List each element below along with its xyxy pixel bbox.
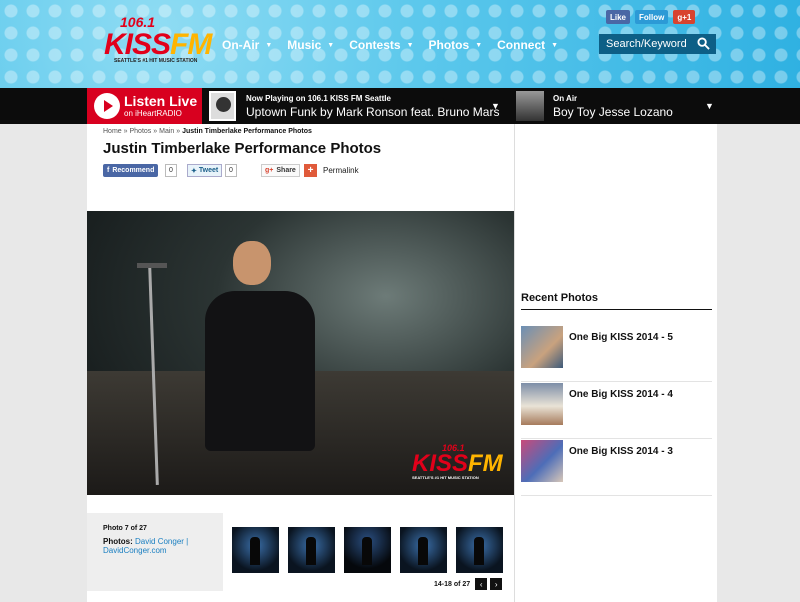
chevron-down-icon: ▼ bbox=[551, 41, 559, 49]
page-title: Justin Timberlake Performance Photos bbox=[103, 140, 382, 157]
nav-item-on-air[interactable]: On-Air ▼ bbox=[222, 38, 272, 52]
chevron-down-icon: ▼ bbox=[406, 41, 414, 49]
disc-icon bbox=[216, 97, 231, 112]
share-bar: f Recommend 0 ✦ Tweet 0 g+ Share + Permalin… bbox=[103, 164, 483, 178]
google-plus-icon: g+ bbox=[265, 167, 274, 174]
main-content: Home » Photos » Main » Justin Timberlake… bbox=[87, 124, 514, 602]
nav-item-connect[interactable]: Connect ▼ bbox=[497, 38, 558, 52]
now-playing-track: Uptown Funk by Mark Ronson feat. Bruno M… bbox=[246, 105, 500, 119]
google-share-button[interactable]: g+ Share bbox=[261, 164, 300, 177]
twitter-icon: ✦ bbox=[191, 167, 197, 175]
twitter-follow-button[interactable]: Follow bbox=[635, 10, 669, 24]
chevron-left-icon[interactable]: ‹ bbox=[475, 578, 488, 590]
chevron-right-icon[interactable]: › bbox=[490, 578, 503, 590]
search-box[interactable]: Search/Keyword bbox=[599, 34, 716, 54]
chevron-down-icon: ▼ bbox=[265, 41, 273, 49]
recent-photo-item[interactable]: One Big KISS 2014 - 4 bbox=[521, 383, 712, 439]
logo-brand: KISSFM bbox=[104, 28, 212, 61]
album-art bbox=[209, 91, 236, 121]
credit-link[interactable]: David Conger | bbox=[135, 537, 188, 546]
google-plus-button[interactable]: g+1 bbox=[673, 10, 696, 24]
on-air-host-photo bbox=[516, 91, 544, 121]
thumbnail[interactable] bbox=[232, 527, 279, 573]
now-playing-label: Now Playing on 106.1 KISS FM Seattle bbox=[246, 94, 391, 103]
social-buttons: Like Follow g+1 bbox=[606, 10, 696, 24]
on-air-label: On Air bbox=[553, 94, 578, 103]
facebook-like-button[interactable]: Like bbox=[606, 10, 631, 24]
recent-photo-label[interactable]: One Big KISS 2014 - 4 bbox=[569, 389, 673, 400]
credit-site-link[interactable]: DavidConger.com bbox=[103, 546, 167, 555]
now-playing-dropdown-icon[interactable]: ▼ bbox=[491, 101, 500, 111]
breadcrumb-main[interactable]: Main bbox=[159, 128, 174, 135]
on-air-dropdown-icon[interactable]: ▼ bbox=[705, 101, 714, 111]
recent-photo-label[interactable]: One Big KISS 2014 - 3 bbox=[569, 446, 673, 457]
search-icon[interactable] bbox=[697, 37, 710, 50]
site-logo[interactable]: 106.1 KISSFM SEATTLE'S #1 HIT MUSIC STAT… bbox=[104, 14, 212, 64]
recent-photo-item[interactable]: One Big KISS 2014 - 5 bbox=[521, 326, 712, 382]
tweet-count: 0 bbox=[225, 164, 237, 177]
plus-icon[interactable]: + bbox=[304, 164, 317, 177]
thumbnail[interactable] bbox=[400, 527, 447, 573]
facebook-icon: f bbox=[107, 167, 110, 174]
recent-photo-thumbnail[interactable] bbox=[521, 326, 563, 368]
permalink-link[interactable]: Permalink bbox=[323, 164, 359, 177]
listen-live-button[interactable]: Listen Live on iHeartRADIO bbox=[87, 88, 202, 124]
microphone bbox=[137, 263, 167, 268]
recent-photos-title: Recent Photos bbox=[521, 292, 599, 304]
nav-item-music[interactable]: Music ▼ bbox=[287, 38, 334, 52]
facebook-recommend-button[interactable]: f Recommend bbox=[103, 164, 159, 177]
main-nav: On-Air ▼ Music ▼ Contests ▼ Photos ▼ Connect… bbox=[222, 38, 573, 52]
breadcrumb-current: Justin Timberlake Performance Photos bbox=[182, 128, 312, 135]
chevron-down-icon: ▼ bbox=[475, 41, 483, 49]
recent-photo-label[interactable]: One Big KISS 2014 - 5 bbox=[569, 332, 673, 343]
play-icon bbox=[94, 93, 120, 119]
nav-item-contests[interactable]: Contests ▼ bbox=[349, 38, 413, 52]
on-air[interactable]: On Air Boy Toy Jesse Lozano bbox=[553, 94, 673, 119]
thumbnail[interactable] bbox=[288, 527, 335, 573]
logo-tagline: SEATTLE'S #1 HIT MUSIC STATION bbox=[114, 58, 198, 64]
breadcrumb: Home » Photos » Main » Justin Timberlake… bbox=[103, 128, 312, 135]
chevron-down-icon: ▼ bbox=[327, 41, 335, 49]
sidebar: Recent Photos One Big KISS 2014 - 5 One … bbox=[514, 124, 717, 602]
recent-photo-thumbnail[interactable] bbox=[521, 383, 563, 425]
recent-photo-item[interactable]: One Big KISS 2014 - 3 bbox=[521, 440, 712, 496]
search-input[interactable]: Search/Keyword bbox=[606, 38, 687, 50]
thumbnail[interactable] bbox=[456, 527, 503, 573]
photo-watermark-logo: 106.1 KISSFM SEATTLE'S #1 HIT MUSIC STAT… bbox=[412, 443, 503, 480]
performer bbox=[205, 241, 315, 451]
pager-range: 14-18 of 27 bbox=[434, 580, 471, 588]
photo-caption: Photo 7 of 27 Photos: David Conger | Dav… bbox=[87, 513, 223, 591]
divider bbox=[521, 309, 712, 310]
breadcrumb-photos[interactable]: Photos bbox=[130, 128, 152, 135]
nav-item-photos[interactable]: Photos ▼ bbox=[429, 38, 483, 52]
thumbnail[interactable] bbox=[344, 527, 391, 573]
listen-live-label: Listen Live bbox=[124, 93, 198, 109]
recent-photo-thumbnail[interactable] bbox=[521, 440, 563, 482]
photo-credit: Photos: David Conger | DavidConger.com bbox=[103, 537, 189, 555]
iheart-label: on iHeartRADIO bbox=[124, 109, 182, 118]
site-header: 106.1 KISSFM SEATTLE'S #1 HIT MUSIC STAT… bbox=[0, 0, 800, 88]
on-air-host: Boy Toy Jesse Lozano bbox=[553, 105, 673, 119]
recommend-count: 0 bbox=[165, 164, 177, 177]
tweet-button[interactable]: ✦ Tweet bbox=[187, 164, 223, 177]
photo-counter: Photo 7 of 27 bbox=[103, 525, 147, 532]
main-photo[interactable]: 106.1 KISSFM SEATTLE'S #1 HIT MUSIC STAT… bbox=[87, 211, 514, 495]
breadcrumb-home[interactable]: Home bbox=[103, 128, 122, 135]
now-playing[interactable]: Now Playing on 106.1 KISS FM Seattle Upt… bbox=[246, 94, 499, 119]
thumbnail-pager: 14-18 of 27 ‹ › bbox=[434, 578, 503, 590]
